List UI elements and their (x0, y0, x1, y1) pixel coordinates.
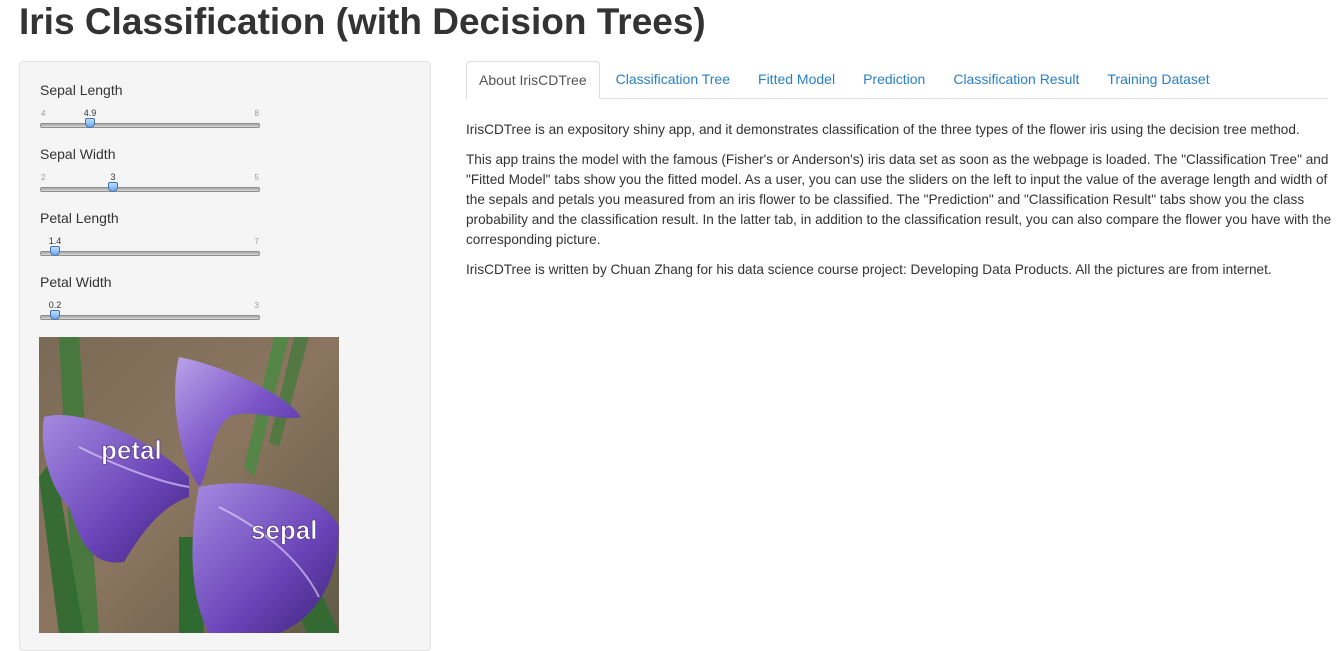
slider-sepal-length: Sepal Length 4 4.9 8 (40, 82, 260, 142)
tab-prediction[interactable]: Prediction (849, 61, 939, 98)
slider-petal-width: Petal Width 0.2 3 (40, 274, 260, 334)
petal-label: petal (101, 435, 162, 465)
tab-training-dataset[interactable]: Training Dataset (1093, 61, 1223, 98)
slider-track-petal-length[interactable] (40, 251, 260, 256)
sepal-label: sepal (251, 515, 318, 545)
slider-max-sepal-width: 5 (254, 173, 259, 182)
slider-handle-sepal-width[interactable] (108, 182, 118, 192)
sidebar-panel: Sepal Length 4 4.9 8 Sepal Width 2 3 5 P… (19, 61, 431, 651)
slider-handle-petal-width[interactable] (50, 310, 60, 320)
slider-max-sepal-length: 8 (254, 109, 259, 118)
tab-classification-result[interactable]: Classification Result (939, 61, 1093, 98)
slider-petal-length: Petal Length 1.4 7 (40, 210, 260, 270)
slider-min-sepal-width: 2 (41, 173, 46, 182)
main-tabs: About IrisCDTree Classification Tree Fit… (466, 61, 1328, 99)
slider-label-petal-length: Petal Length (40, 210, 119, 226)
slider-track-petal-width[interactable] (40, 315, 260, 320)
tab-fitted-model[interactable]: Fitted Model (744, 61, 849, 98)
slider-sepal-width: Sepal Width 2 3 5 (40, 146, 260, 206)
slider-value-petal-width: 0.2 (48, 300, 62, 310)
slider-label-sepal-length: Sepal Length (40, 82, 123, 98)
iris-flower-illustration: petal sepal (39, 337, 339, 633)
slider-label-petal-width: Petal Width (40, 274, 112, 290)
slider-track-sepal-length[interactable] (40, 123, 260, 128)
tab-classification-tree[interactable]: Classification Tree (602, 61, 744, 98)
slider-label-sepal-width: Sepal Width (40, 146, 116, 162)
about-paragraph-author: IrisCDTree is written by Chuan Zhang for… (466, 262, 1272, 277)
about-content: IrisCDTree is an expository shiny app, a… (466, 120, 1332, 290)
slider-max-petal-width: 3 (254, 301, 259, 310)
about-paragraph-intro: IrisCDTree is an expository shiny app, a… (466, 122, 1300, 137)
slider-handle-petal-length[interactable] (50, 246, 60, 256)
page-title: Iris Classification (with Decision Trees… (19, 1, 706, 42)
slider-min-sepal-length: 4 (41, 109, 46, 118)
slider-value-sepal-length: 4.9 (83, 108, 97, 118)
slider-value-sepal-width: 3 (110, 172, 116, 182)
slider-handle-sepal-length[interactable] (85, 118, 95, 128)
slider-max-petal-length: 7 (254, 237, 259, 246)
slider-track-sepal-width[interactable] (40, 187, 260, 192)
tab-about[interactable]: About IrisCDTree (466, 61, 600, 99)
iris-flower-image: petal sepal (39, 337, 339, 633)
slider-value-petal-length: 1.4 (48, 236, 62, 246)
about-paragraph-usage: This app trains the model with the famou… (466, 152, 1332, 247)
